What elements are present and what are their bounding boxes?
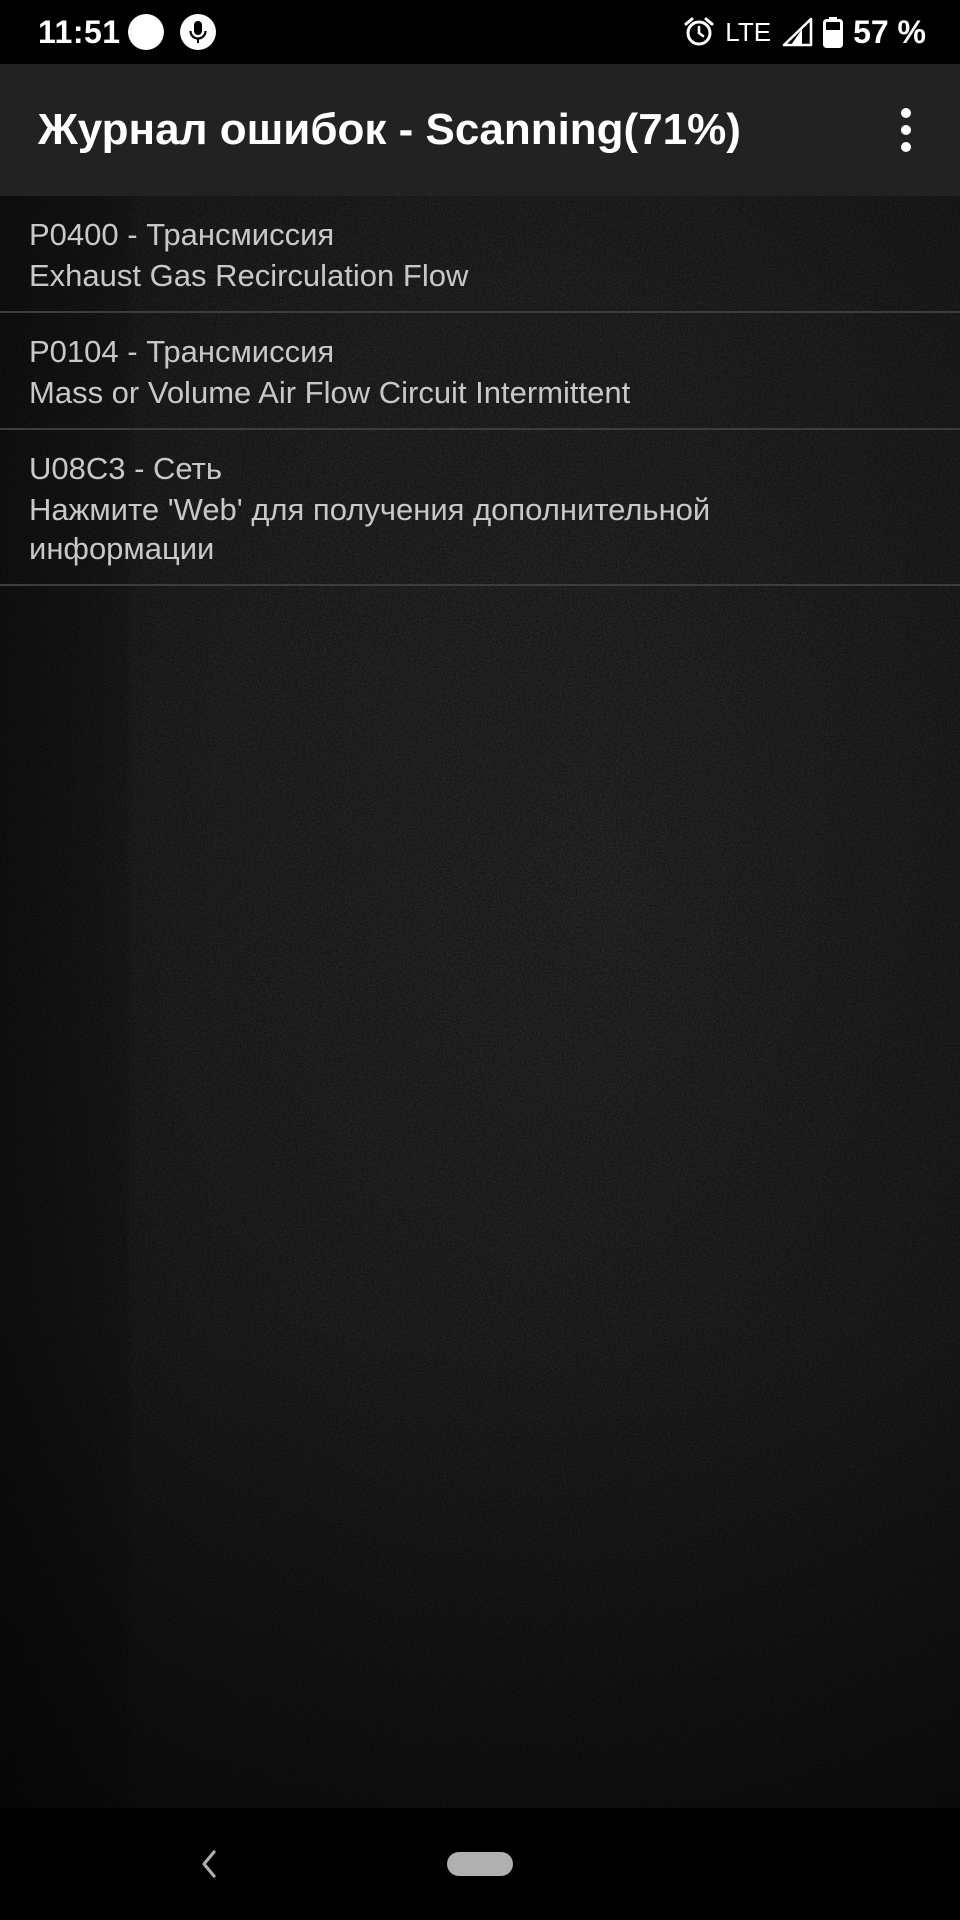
dtc-code: U08C3 - Сеть — [29, 451, 222, 486]
battery-icon — [823, 17, 844, 48]
dtc-code: P0104 - Трансмиссия — [29, 334, 335, 369]
page-title: Журнал ошибок - Scanning(71%) — [38, 105, 741, 154]
dtc-code: P0400 - Трансмиссия — [29, 217, 335, 252]
list-item[interactable]: P0104 - Трансмиссия Mass or Volume Air F… — [0, 313, 960, 430]
list-item[interactable]: P0400 - Трансмиссия Exhaust Gas Recircul… — [0, 196, 960, 313]
dtc-description: Mass or Volume Air Flow Circuit Intermit… — [29, 375, 631, 410]
menu-dot — [901, 108, 911, 118]
dtc-description: Exhaust Gas Recirculation Flow — [29, 258, 469, 293]
battery-percent: 57 % — [853, 14, 926, 50]
status-right-group: LTE 57 % — [683, 12, 926, 52]
mic-icon — [180, 14, 216, 50]
status-bar: 11:51 LTE 57 % — [0, 0, 960, 64]
navigation-bar — [0, 1808, 960, 1920]
app-bar: Журнал ошибок - Scanning(71%) — [0, 64, 960, 196]
dtc-description: Нажмите 'Web' для получения дополнительн… — [29, 492, 711, 566]
overflow-menu-icon[interactable] — [882, 104, 930, 156]
back-icon[interactable] — [192, 1838, 224, 1890]
notification-dot-icon — [128, 14, 164, 50]
menu-dot — [901, 125, 911, 135]
list-item[interactable]: U08C3 - Сеть Нажмите 'Web' для получения… — [0, 430, 960, 586]
home-pill-icon[interactable] — [447, 1852, 513, 1876]
network-type: LTE — [725, 17, 772, 47]
alarm-icon — [684, 17, 714, 46]
signal-icon — [782, 17, 813, 47]
screen: 11:51 LTE 57 % Журнал ошибок - Scanning(… — [0, 0, 960, 1920]
menu-dot — [901, 142, 911, 152]
content-area: P0400 - Трансмиссия Exhaust Gas Recircul… — [0, 196, 960, 1808]
status-time: 11:51 — [38, 14, 121, 50]
dtc-list: P0400 - Трансмиссия Exhaust Gas Recircul… — [0, 196, 960, 586]
